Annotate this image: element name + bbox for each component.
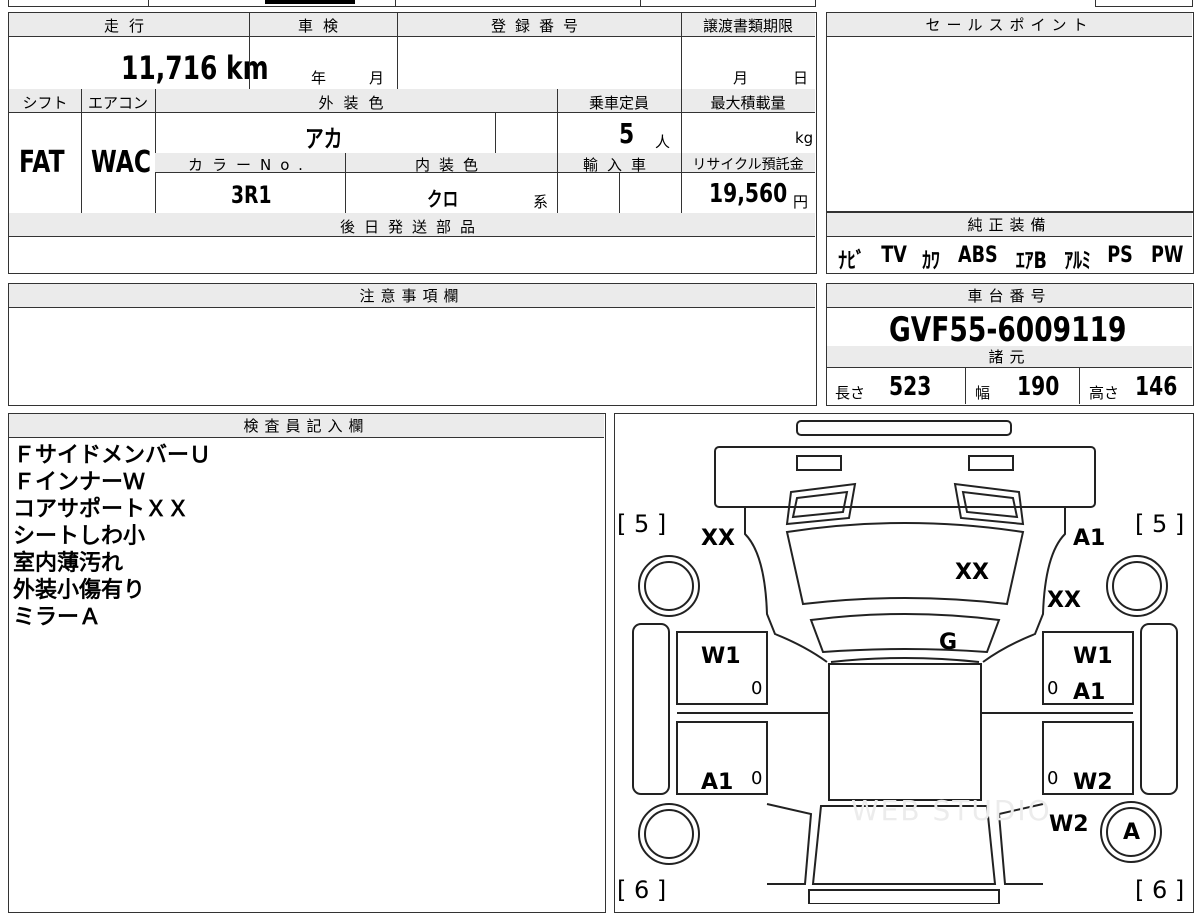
color-number-value: 3R1 — [231, 181, 272, 209]
equipment-item: ｴｱB — [1016, 249, 1048, 274]
transfer-day: 日 — [793, 69, 809, 87]
mark-rear-door-left: A1 — [701, 770, 734, 795]
tire-front-right: [ 5 ] — [1135, 510, 1185, 538]
interior-color-label: 内装色 — [414, 156, 487, 174]
mark-wheel-rear-right: A — [1123, 820, 1141, 845]
recycle-deposit-unit: 円 — [793, 193, 809, 211]
sales-point-panel: セールスポイント — [826, 12, 1194, 212]
caution-panel: 注意事項欄 — [8, 283, 817, 406]
equipment-item: ﾅﾋﾞ — [838, 249, 865, 274]
watermark: WEB STUDIO — [851, 794, 1052, 827]
capacity-unit: 人 — [655, 133, 671, 151]
vehicle-spec-sheet: 走行 車検 登録番号 譲渡書類期限 11,716 km 年 月 月 日 シフト … — [8, 12, 817, 274]
import-car-label: 輸入車 — [582, 156, 655, 174]
top-strip-remnant — [8, 0, 816, 7]
max-load-unit: kg — [795, 129, 814, 147]
inspector-notes-label: 検査員記入欄 — [9, 414, 604, 438]
note-line: ＦインナーＷ — [13, 470, 146, 495]
mileage-label: 走行 — [103, 17, 154, 35]
chassis-number-value: GVF55-6009119 — [889, 310, 1127, 350]
mileage-value: 11,716 km — [121, 49, 269, 87]
max-load-label: 最大積載量 — [710, 94, 786, 112]
exterior-color-label: 外装色 — [318, 94, 394, 112]
capacity-label: 乗車定員 — [588, 94, 649, 112]
zero-mark: 0 — [1047, 678, 1059, 699]
caution-label: 注意事項欄 — [9, 284, 815, 308]
equipment-item: ｱﾙﾐ — [1064, 249, 1091, 274]
mark-windshield: G — [939, 630, 958, 655]
chassis-number-panel: 車台番号 GVF55-6009119 諸元 長さ 523 幅 190 高さ 14… — [826, 283, 1194, 406]
car-damage-diagram: [ 5 ] [ 5 ] [ 6 ] [ 6 ] XX A1 XX XX G W1… — [614, 413, 1194, 913]
shift-value: FAT — [19, 145, 65, 180]
aircon-label: エアコン — [87, 94, 148, 112]
equipment-item: ABS — [957, 243, 998, 268]
equipment-item: ｶﾜ — [922, 249, 941, 274]
recycle-deposit-label: リサイクル預託金 — [692, 157, 804, 173]
mark-front-door-left: W1 — [701, 644, 741, 669]
mark-front-door-right-2: A1 — [1073, 680, 1106, 705]
factory-equipment-label: 純正装備 — [827, 213, 1192, 237]
interior-color-value: クロ — [427, 187, 459, 211]
transfer-deadline-label: 譲渡書類期限 — [702, 17, 793, 35]
mark-hood: XX — [955, 560, 989, 585]
shaken-year: 年 — [311, 69, 327, 87]
note-line: コアサポートＸＸ — [13, 497, 190, 522]
zero-mark: 0 — [751, 678, 763, 699]
tire-front-left: [ 5 ] — [617, 510, 667, 538]
capacity-value: 5 — [619, 117, 635, 150]
mark-fender-right: XX — [1047, 588, 1081, 613]
transfer-month: 月 — [733, 69, 749, 87]
mark-rear-quarter-right: W2 — [1049, 812, 1089, 837]
note-line: シートしわ小 — [13, 524, 146, 549]
height-value: 146 — [1135, 372, 1178, 402]
note-line: 室内薄汚れ — [13, 551, 124, 576]
width-label: 幅 — [975, 384, 991, 402]
zero-mark: 0 — [751, 768, 763, 789]
inspector-notes-list: ＦサイドメンバーＵ ＦインナーＷ コアサポートＸＸ シートしわ小 室内薄汚れ 外… — [13, 442, 593, 631]
length-label: 長さ — [835, 384, 866, 402]
note-line: ミラーＡ — [13, 605, 102, 630]
mark-front-right: A1 — [1073, 526, 1106, 551]
length-value: 523 — [889, 372, 932, 402]
inspector-notes-panel: 検査員記入欄 ＦサイドメンバーＵ ＦインナーＷ コアサポートＸＸ シートしわ小 … — [8, 413, 606, 913]
shaken-label: 車検 — [297, 17, 348, 35]
registration-number-label: 登録番号 — [490, 17, 587, 35]
note-line: 外装小傷有り — [13, 578, 146, 603]
shift-label: シフト — [22, 94, 68, 112]
mark-front-door-right: W1 — [1073, 644, 1113, 669]
height-label: 高さ — [1089, 384, 1120, 402]
mark-front-left: XX — [701, 526, 735, 551]
exterior-color-value: アカ — [305, 125, 343, 153]
shaken-month: 月 — [369, 69, 385, 87]
equipment-item: PS — [1107, 243, 1134, 268]
equipment-list: ﾅﾋﾞ TV ｶﾜ ABS ｴｱB ｱﾙﾐ PS PW — [835, 243, 1187, 274]
chassis-number-label: 車台番号 — [827, 284, 1192, 308]
color-number-label: カラーNo. — [188, 156, 312, 174]
sales-point-label: セールスポイント — [827, 13, 1192, 37]
equipment-item: PW — [1150, 243, 1183, 268]
zero-mark: 0 — [1047, 768, 1059, 789]
note-line: ＦサイドメンバーＵ — [13, 443, 212, 468]
equipment-item: TV — [881, 243, 908, 268]
factory-equipment-panel: 純正装備 ﾅﾋﾞ TV ｶﾜ ABS ｴｱB ｱﾙﾐ PS PW — [826, 212, 1194, 274]
interior-color-suffix: 系 — [533, 193, 549, 211]
mark-rear-door-right: W2 — [1073, 770, 1113, 795]
top-strip-right-remnant — [1095, 0, 1193, 7]
specs-label: 諸元 — [827, 346, 1192, 368]
later-shipped-parts-label: 後日発送部品 — [339, 218, 484, 236]
width-value: 190 — [1017, 372, 1060, 402]
